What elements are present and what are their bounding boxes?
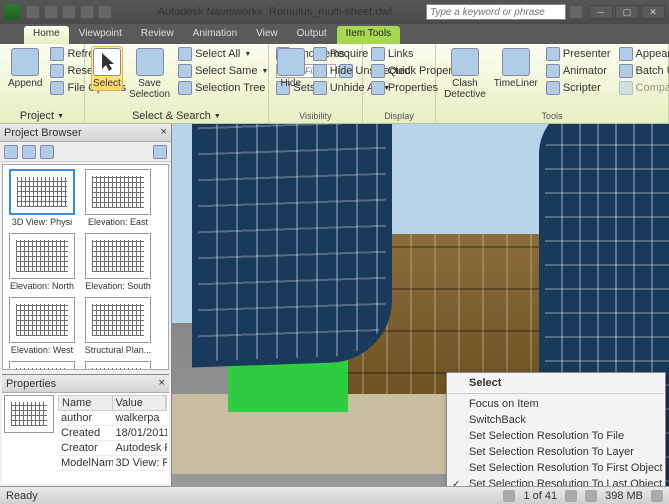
panel-close-icon[interactable]: × [160, 127, 167, 139]
sheet-thumbnail [9, 233, 75, 279]
window-title: Autodesk Navisworks Romulus_multi-sheet.… [124, 6, 426, 18]
scripter-button[interactable]: Scripter [544, 80, 613, 96]
property-row: authorwalkerpa [58, 411, 167, 426]
sheet-label: Elevation: West [7, 345, 77, 355]
property-row: Created18/01/2011 09:24:07 [58, 426, 167, 441]
browser-tool-3[interactable] [40, 145, 54, 159]
close-button[interactable]: ✕ [641, 5, 665, 19]
browser-tool-4[interactable] [153, 145, 167, 159]
qat-open[interactable] [44, 5, 58, 19]
select-same-button[interactable]: Select Same▼ [176, 63, 270, 79]
tab-home[interactable]: Home [24, 26, 69, 44]
property-row: ModelName3D View: Physical Model [58, 456, 167, 471]
sheet-thumbnail [9, 361, 75, 370]
sheet-item[interactable] [83, 361, 153, 370]
context-menu-item[interactable]: Focus on Item [447, 396, 665, 412]
qat-new[interactable] [26, 5, 40, 19]
tab-view[interactable]: View [247, 26, 287, 44]
sheet-thumbnail [9, 297, 75, 343]
save-selection-button[interactable]: Save Selection [127, 46, 172, 102]
sheet-thumbnail [9, 169, 75, 215]
properties-title: Properties [6, 378, 56, 390]
sheet-item[interactable]: Elevation: East [83, 169, 153, 227]
append-button[interactable]: Append [6, 46, 44, 91]
maximize-button[interactable]: ▢ [615, 5, 639, 19]
sheet-label: Structural Plan... [83, 345, 153, 355]
compare-button[interactable]: Compare [617, 80, 669, 96]
sheet-label: Elevation: North [7, 281, 77, 291]
sheet-item[interactable]: Elevation: West [7, 297, 77, 355]
group-title-display: Display [369, 109, 429, 123]
tab-animation[interactable]: Animation [184, 26, 246, 44]
sheet-label: 3D View: Physi [7, 217, 77, 227]
group-title-tools: Tools [442, 109, 662, 123]
context-menu-item[interactable]: Set Selection Resolution To First Object [447, 460, 665, 476]
ribbon: Append Refresh Reset All▼ File Options P… [0, 44, 669, 124]
sheet-item[interactable]: Structural Plan... [83, 297, 153, 355]
sheet-thumbnail [85, 297, 151, 343]
context-menu-item[interactable]: SwitchBack [447, 412, 665, 428]
properties-close-icon[interactable]: × [158, 378, 165, 390]
sheet-thumbnail [85, 169, 151, 215]
context-menu-item[interactable]: ✓Set Selection Resolution To Last Object [447, 476, 665, 486]
sheet-item[interactable]: 3D View: Physi [7, 169, 77, 227]
sheet-item[interactable] [7, 361, 77, 370]
tab-review[interactable]: Review [132, 26, 183, 44]
presenter-button[interactable]: Presenter [544, 46, 613, 62]
tab-output[interactable]: Output [288, 26, 336, 44]
animator-button[interactable]: Animator [544, 63, 613, 79]
sheet-item[interactable]: Elevation: South [83, 233, 153, 291]
sheet-thumbnail [85, 361, 151, 370]
context-menu-item[interactable]: Select [447, 375, 665, 391]
appearance-profiler-button[interactable]: Appearance Profiler [617, 46, 669, 62]
clash-detective-button[interactable]: Clash Detective [442, 46, 488, 102]
properties-thumbnail [4, 395, 54, 433]
properties-table: NameValue authorwalkerpaCreated18/01/201… [58, 395, 167, 482]
project-browser-title: Project Browser [4, 127, 82, 139]
group-title-project: Project [20, 110, 54, 122]
browser-tool-1[interactable] [4, 145, 18, 159]
tab-item-tools[interactable]: Item Tools [337, 26, 400, 44]
timeliner-button[interactable]: TimeLiner [492, 46, 540, 91]
keyword-search-input[interactable] [426, 4, 566, 20]
qat-redo[interactable] [98, 5, 112, 19]
selection-tree-button[interactable]: Selection Tree [176, 80, 270, 96]
batch-utility-button[interactable]: Batch Utility [617, 63, 669, 79]
sheet-list: 3D View: Physi Elevation: East Elevation: … [2, 164, 169, 370]
qat-save[interactable] [62, 5, 76, 19]
group-title-visibility: Visibility [275, 109, 356, 123]
minimize-button[interactable]: ─ [589, 5, 613, 19]
tab-viewpoint[interactable]: Viewpoint [70, 26, 131, 44]
3d-viewport[interactable]: SelectFocus on ItemSwitchBackSet Selecti… [172, 124, 669, 486]
select-button[interactable]: Select [91, 46, 123, 91]
hide-button[interactable]: Hide [275, 46, 307, 91]
search-go[interactable] [569, 5, 583, 19]
context-menu: SelectFocus on ItemSwitchBackSet Selecti… [446, 372, 666, 486]
app-icon[interactable] [4, 4, 20, 20]
select-all-button[interactable]: Select All▼ [176, 46, 270, 62]
sheet-item[interactable]: Elevation: North [7, 233, 77, 291]
property-row: CreatorAutodesk Revit Architectu [58, 441, 167, 456]
group-title-select-search: Select & Search [132, 110, 211, 122]
browser-tool-2[interactable] [22, 145, 36, 159]
sheet-label: Elevation: South [83, 281, 153, 291]
sheet-thumbnail [85, 233, 151, 279]
sheet-label: Elevation: East [83, 217, 153, 227]
context-menu-item[interactable]: Set Selection Resolution To File [447, 428, 665, 444]
context-menu-item[interactable]: Set Selection Resolution To Layer [447, 444, 665, 460]
qat-undo[interactable] [80, 5, 94, 19]
